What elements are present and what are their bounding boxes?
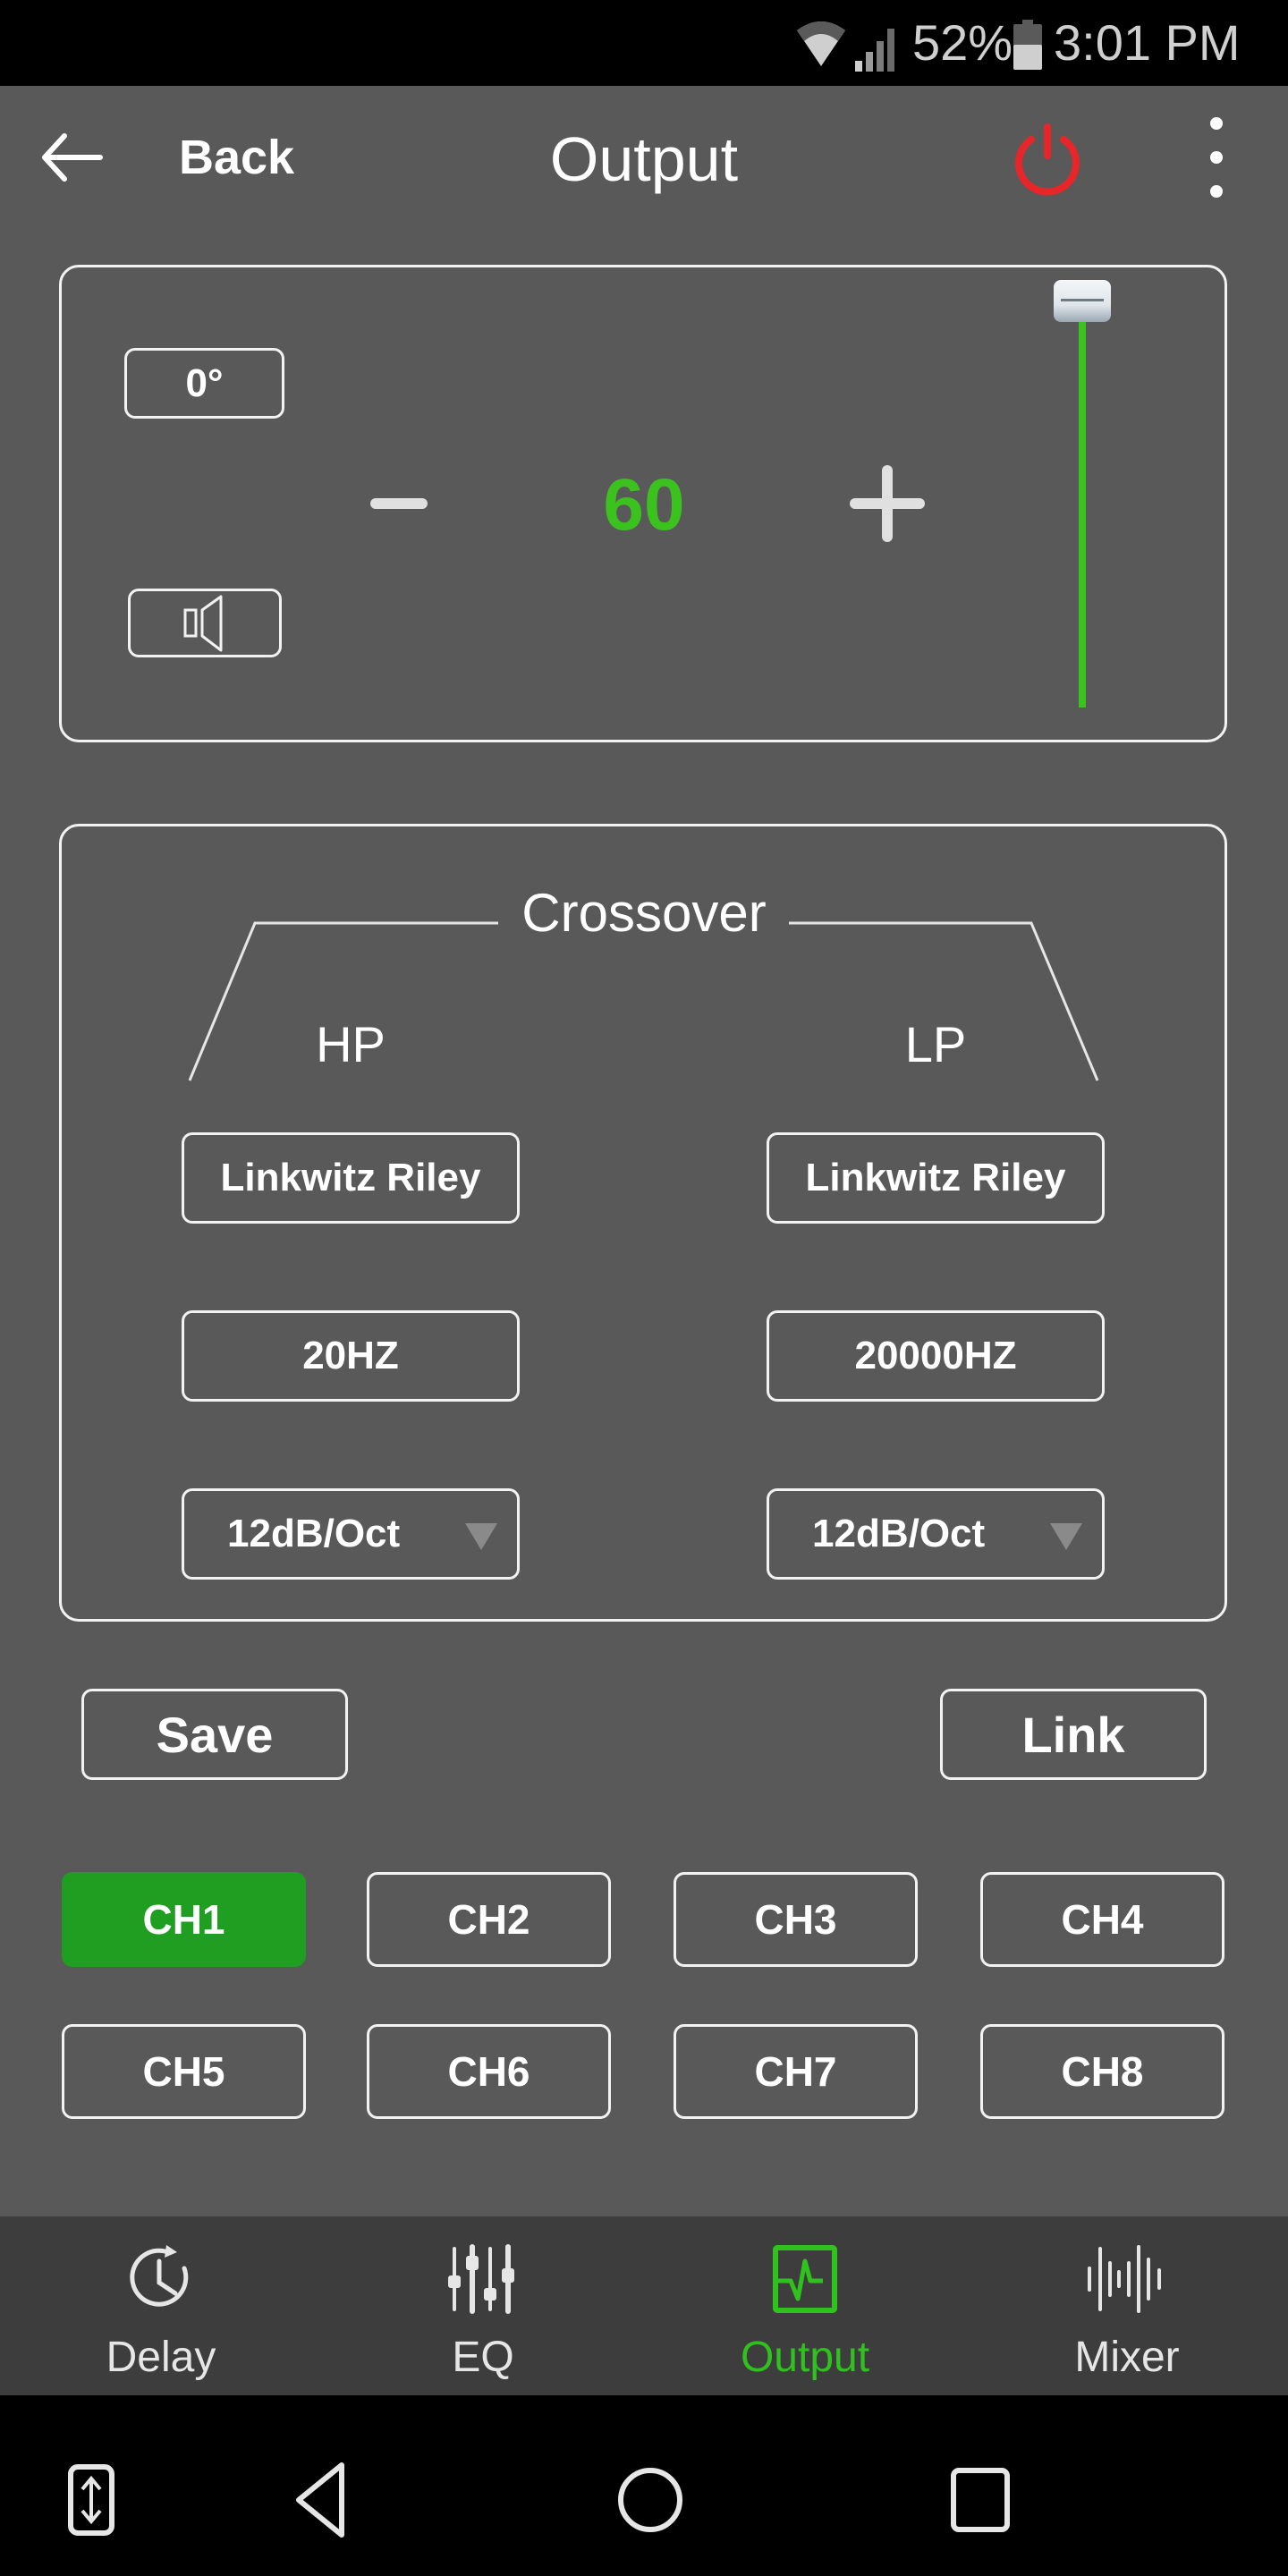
channel-button-ch6[interactable]: CH6: [367, 2024, 611, 2119]
lp-label: LP: [904, 1016, 967, 1072]
pulse-monitor-icon: [769, 2243, 841, 2315]
save-label: Save: [156, 1706, 274, 1763]
lp-slope-dropdown[interactable]: 12dB/Oct: [767, 1488, 1105, 1580]
nav-recents-icon: [950, 2460, 1011, 2540]
hp-frequency-button[interactable]: 20HZ: [182, 1310, 520, 1402]
save-button[interactable]: Save: [81, 1689, 348, 1780]
nav-back-icon: [292, 2460, 349, 2540]
channel-label: CH4: [1061, 1896, 1144, 1943]
tab-mixer[interactable]: Mixer: [966, 2216, 1288, 2395]
hp-slope-dropdown[interactable]: 12dB/Oct: [182, 1488, 520, 1580]
lp-frequency: 20000HZ: [854, 1334, 1017, 1377]
chevron-down-icon: [1050, 1523, 1082, 1550]
waveform-icon: [1088, 2243, 1163, 2315]
hp-label: HP: [316, 1016, 386, 1072]
scroll-capture-button[interactable]: [68, 2464, 114, 2536]
lp-filter-type: Linkwitz Riley: [805, 1156, 1066, 1199]
link-button[interactable]: Link: [940, 1689, 1207, 1780]
channel-label: CH2: [447, 1896, 530, 1943]
channel-button-ch3[interactable]: CH3: [674, 1872, 918, 1967]
lp-frequency-button[interactable]: 20000HZ: [767, 1310, 1105, 1402]
channel-label: CH7: [754, 2048, 837, 2095]
channel-button-ch5[interactable]: CH5: [62, 2024, 306, 2119]
channel-label: CH8: [1061, 2048, 1144, 2095]
nav-back-button[interactable]: [292, 2460, 349, 2540]
channel-button-ch7[interactable]: CH7: [674, 2024, 918, 2119]
lp-filter-type-button[interactable]: Linkwitz Riley: [767, 1132, 1105, 1224]
channel-button-ch1[interactable]: CH1: [62, 1872, 306, 1967]
channel-button-ch4[interactable]: CH4: [980, 1872, 1224, 1967]
tab-eq[interactable]: EQ: [322, 2216, 644, 2395]
channel-label: CH3: [754, 1896, 837, 1943]
hp-slope: 12dB/Oct: [227, 1512, 401, 1555]
tab-delay[interactable]: Delay: [0, 2216, 322, 2395]
crossover-title: Crossover: [521, 883, 767, 943]
hp-frequency: 20HZ: [302, 1334, 399, 1377]
channel-label: CH1: [142, 1896, 225, 1943]
nav-home-icon: [617, 2460, 683, 2540]
channel-label: CH5: [142, 2048, 225, 2095]
tab-label: Output: [740, 2334, 870, 2381]
nav-recents-button[interactable]: [950, 2460, 1011, 2540]
tab-output[interactable]: Output: [644, 2216, 966, 2395]
link-label: Link: [1021, 1706, 1125, 1763]
nav-home-button[interactable]: [617, 2460, 683, 2540]
tab-label: Mixer: [1074, 2334, 1180, 2381]
channel-label: CH6: [447, 2048, 530, 2095]
hp-filter-type-button[interactable]: Linkwitz Riley: [182, 1132, 520, 1224]
chevron-down-icon: [465, 1523, 497, 1550]
equalizer-sliders-icon: [447, 2243, 519, 2315]
scroll-capture-icon: [68, 2464, 114, 2536]
tab-label: Delay: [106, 2334, 216, 2381]
crossover-curve: [188, 921, 1099, 1081]
hp-filter-type: Linkwitz Riley: [220, 1156, 481, 1199]
lp-slope: 12dB/Oct: [812, 1512, 986, 1555]
tab-label: EQ: [452, 2334, 514, 2381]
clock-icon: [125, 2243, 197, 2315]
channel-button-ch8[interactable]: CH8: [980, 2024, 1224, 2119]
channel-button-ch2[interactable]: CH2: [367, 1872, 611, 1967]
